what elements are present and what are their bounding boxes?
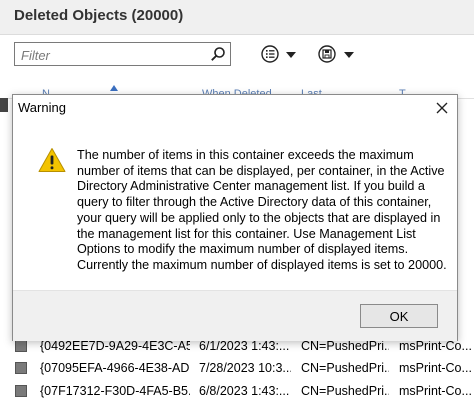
cell-name: {07F17312-F30D-4FA5-B5... [40, 384, 190, 398]
cell-when-deleted: 7/28/2023 10:3... [199, 361, 291, 375]
sort-ascending-icon [110, 85, 118, 91]
cell-when-deleted: 6/8/2023 1:43:... [199, 384, 290, 398]
cell-last-parent: CN=PushedPri... [301, 361, 389, 375]
list-options-icon [261, 45, 279, 63]
warning-dialog: Warning The number of items in this cont… [12, 94, 458, 341]
dialog-message: The number of items in this container ex… [77, 148, 447, 272]
row-checkbox[interactable] [15, 385, 27, 397]
chevron-down-icon [344, 52, 354, 58]
close-icon[interactable] [433, 99, 451, 117]
cell-type: msPrint-Co... [399, 384, 472, 398]
save-query-button[interactable] [316, 43, 358, 65]
ok-button[interactable]: OK [360, 304, 438, 328]
filter-input[interactable] [19, 45, 209, 65]
row-checkbox[interactable] [15, 362, 27, 374]
page-header: Deleted Objects (20000) [0, 0, 474, 35]
cell-last-parent: CN=PushedPri... [301, 384, 389, 398]
dialog-title-bar[interactable]: Warning [13, 95, 457, 121]
cell-name: {0492EE7D-9A29-4E3C-A5... [40, 339, 190, 353]
search-icon[interactable] [210, 46, 226, 62]
table-row[interactable]: {07F17312-F30D-4FA5-B5... 6/8/2023 1:43:… [0, 381, 474, 403]
chevron-down-icon [286, 52, 296, 58]
cell-name: {07095EFA-4966-4E38-AD... [40, 361, 190, 375]
filter-box[interactable] [14, 42, 231, 66]
cell-when-deleted: 6/1/2023 1:43:... [199, 339, 290, 353]
list-options-button[interactable] [260, 43, 302, 65]
dialog-footer: OK [13, 290, 457, 341]
row-checkbox[interactable] [15, 340, 27, 352]
dialog-body: The number of items in this container ex… [13, 121, 457, 290]
cell-type: msPrint-Co... [399, 361, 472, 375]
cell-last-parent: CN=PushedPri... [301, 339, 389, 353]
table-row[interactable]: {07095EFA-4966-4E38-AD... 7/28/2023 10:3… [0, 358, 474, 380]
cell-type: msPrint-Co... [399, 339, 472, 353]
save-query-icon [318, 45, 336, 63]
dialog-title: Warning [18, 100, 66, 115]
page-title: Deleted Objects (20000) [14, 7, 184, 24]
row-selection-marker [0, 98, 8, 112]
warning-icon [38, 147, 66, 173]
